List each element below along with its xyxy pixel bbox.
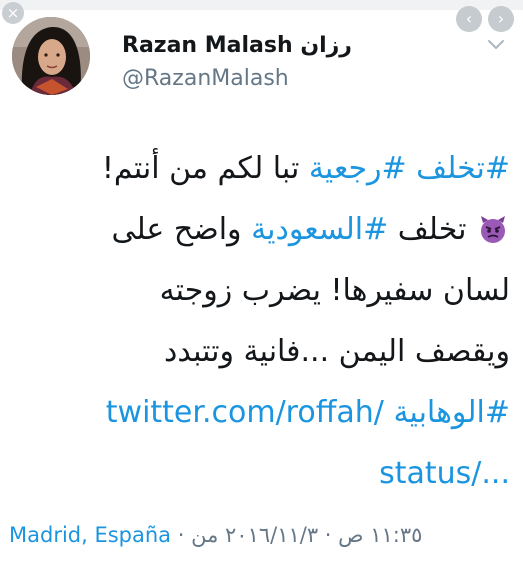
tweet-text: #تخلف #رجعية تبا لكم من أنتم! تخلف #السع… <box>20 138 510 504</box>
tweet-date[interactable]: ٢٠١٦/١١/٣ من <box>191 523 318 547</box>
tweet-line: ويقصف اليمن ...فانية وتتبدد <box>20 321 510 382</box>
tweet-location[interactable]: Madrid, España <box>9 523 171 547</box>
text-span: تخلف <box>388 212 476 247</box>
meta-separator: · <box>318 523 339 547</box>
url-link[interactable]: twitter.com/roffah/ <box>106 395 384 430</box>
tweet-line: status/... <box>20 443 510 504</box>
tweet-line: تخلف #السعودية واضح على <box>20 199 510 260</box>
hashtag-link[interactable]: #الوهابية <box>393 395 510 430</box>
tweet-meta: ١١:٣٥ ص · ٢٠١٦/١١/٣ من · Madrid, España <box>9 523 514 547</box>
text-span: واضح على <box>111 212 252 247</box>
previous-button[interactable]: ‹ <box>456 6 482 32</box>
tweet-line: لسان سفيرها! يضرب زوجته <box>20 260 510 321</box>
text-span <box>407 151 417 186</box>
close-icon[interactable]: × <box>2 2 24 24</box>
avatar[interactable] <box>12 17 90 95</box>
text-span: تبا لكم من أنتم! <box>101 151 309 186</box>
author-handle[interactable]: @RazanMalash <box>122 66 289 91</box>
author-display-name[interactable]: Razan Malash رزان <box>122 33 352 58</box>
hashtag-link[interactable]: #السعودية <box>251 212 388 247</box>
hashtag-link[interactable]: #رجعية <box>309 151 407 186</box>
tweet-time[interactable]: ١١:٣٥ ص <box>338 523 422 547</box>
meta-separator: · <box>171 523 192 547</box>
chevron-down-icon[interactable] <box>486 36 506 52</box>
text-span: لسان سفيرها! يضرب زوجته <box>159 273 510 308</box>
angry-devil-emoji-icon <box>481 216 505 243</box>
text-span <box>384 395 394 430</box>
hashtag-link[interactable]: #تخلف <box>416 151 510 186</box>
tweet-line: #تخلف #رجعية تبا لكم من أنتم! <box>20 138 510 199</box>
viewer-top-strip <box>0 0 523 10</box>
tweet-line: #الوهابية twitter.com/roffah/ <box>20 382 510 443</box>
user-avatar-icon <box>12 17 90 95</box>
text-span: ويقصف اليمن ...فانية وتتبدد <box>163 334 510 369</box>
url-link[interactable]: status/... <box>379 456 510 491</box>
next-button[interactable]: › <box>488 6 514 32</box>
